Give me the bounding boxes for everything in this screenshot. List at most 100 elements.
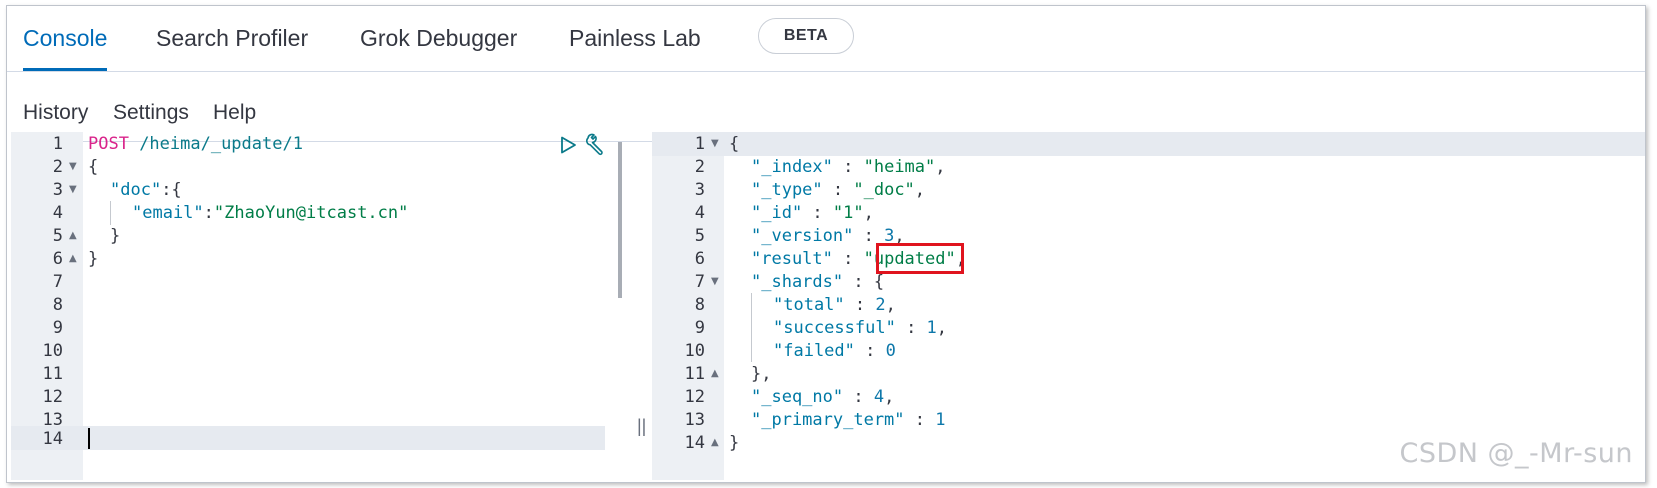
- json-punctuation: ,: [935, 157, 946, 177]
- history-link[interactable]: History: [23, 101, 88, 125]
- fold-open-icon[interactable]: ▼: [69, 155, 77, 179]
- response-line-3: "_type" : "_doc",: [751, 178, 925, 202]
- json-key: "_version": [751, 226, 854, 246]
- json-string: "1": [832, 203, 864, 223]
- result-highlight-box: [876, 243, 964, 274]
- json-punctuation: :: [832, 249, 864, 269]
- line-number: 8: [694, 295, 705, 315]
- json-punctuation: :: [904, 410, 936, 430]
- line-number: 12: [42, 387, 63, 407]
- json-key: "failed": [773, 341, 855, 361]
- json-key: "_type": [751, 180, 823, 200]
- json-key: "result": [751, 249, 833, 269]
- line-number: 11: [42, 364, 63, 384]
- json-punctuation: ,: [936, 318, 948, 338]
- line-number: 7: [52, 272, 63, 292]
- response-line-13: "_primary_term" : 1: [751, 408, 946, 432]
- response-line-2: "_index" : "heima",: [751, 155, 946, 179]
- request-line-4: "email":"ZhaoYun@itcast.cn": [132, 201, 408, 225]
- json-punctuation: :: [843, 272, 874, 292]
- watermark: CSDN @_-Mr-sun: [1399, 438, 1633, 469]
- response-line-1: {: [729, 134, 740, 154]
- line-number: 11: [684, 364, 705, 384]
- response-line-11: },: [751, 364, 772, 384]
- line-number: 2: [694, 157, 705, 177]
- json-punctuation: {: [873, 272, 885, 292]
- line-number: 5: [694, 226, 705, 246]
- json-key: "_shards": [751, 272, 844, 292]
- line-number: 10: [684, 341, 705, 361]
- line-number: 12: [684, 387, 705, 407]
- line-number: 13: [684, 410, 705, 430]
- json-key: "_index": [751, 157, 833, 177]
- json-punctuation: :: [203, 203, 214, 223]
- response-line-10: "failed" : 0: [773, 339, 896, 363]
- json-number: 0: [885, 341, 896, 361]
- fold-close-icon: ▲: [711, 368, 719, 379]
- line-number: 6: [52, 249, 63, 269]
- json-key: "successful": [773, 318, 896, 338]
- request-scrollbar[interactable]: [618, 142, 622, 298]
- json-punctuation: :: [843, 387, 874, 407]
- tab-search-profiler[interactable]: Search Profiler: [156, 6, 308, 71]
- json-key: "email": [132, 203, 204, 223]
- line-number: 5: [52, 226, 63, 246]
- json-punctuation: ,: [884, 387, 895, 407]
- line-number: 6: [694, 249, 705, 269]
- line-number: 8: [52, 295, 63, 315]
- wrench-icon[interactable]: [585, 133, 609, 157]
- line-number: 3: [694, 180, 705, 200]
- json-punctuation: :{: [161, 180, 182, 200]
- line-number: 4: [52, 203, 63, 223]
- request-active-line: [11, 426, 605, 450]
- json-key: "_seq_no": [751, 387, 844, 407]
- line-number: 3: [52, 180, 63, 200]
- indent-guide: [110, 201, 111, 225]
- json-string: "ZhaoYun@itcast.cn": [213, 203, 409, 223]
- request-line-2: {: [88, 157, 99, 177]
- beta-badge: BETA: [758, 18, 854, 54]
- tab-grok-debugger[interactable]: Grok Debugger: [360, 6, 517, 71]
- resize-handle-icon[interactable]: ||: [637, 416, 646, 437]
- request-line-1: POST /heima/_update/1: [88, 132, 303, 156]
- tab-console[interactable]: Console: [23, 6, 108, 71]
- line-number: 1: [694, 134, 705, 154]
- line-number: 9: [694, 318, 705, 338]
- fold-open-icon[interactable]: ▼: [711, 270, 719, 294]
- response-line-4: "_id" : "1",: [751, 201, 874, 225]
- json-key: "_primary_term": [751, 410, 905, 430]
- help-link[interactable]: Help: [213, 101, 256, 125]
- line-number: 9: [52, 318, 63, 338]
- tab-painless-lab[interactable]: Painless Lab: [569, 6, 701, 71]
- json-key: "_id": [751, 203, 803, 223]
- line-number: 1: [52, 134, 63, 154]
- request-line-5: }: [110, 226, 121, 246]
- line-number: 7: [694, 272, 705, 292]
- line-number: 4: [694, 203, 705, 223]
- response-line-12: "_seq_no" : 4,: [751, 385, 894, 409]
- json-punctuation: :: [895, 318, 927, 338]
- json-punctuation: ,: [885, 295, 896, 315]
- json-punctuation: :: [844, 295, 876, 315]
- fold-open-icon[interactable]: ▼: [69, 178, 77, 202]
- response-line-14: }: [729, 433, 740, 453]
- line-number: 14: [684, 433, 705, 453]
- line-number: 10: [42, 341, 63, 361]
- fold-open-icon[interactable]: ▼: [711, 132, 719, 156]
- response-active-line: [652, 132, 1645, 156]
- line-number: 14: [42, 429, 63, 449]
- json-punctuation: :: [822, 180, 854, 200]
- json-punctuation: :: [832, 157, 864, 177]
- text-cursor: [88, 428, 90, 449]
- fold-close-icon: ▲: [69, 230, 77, 241]
- tab-bar: Console Search Profiler Grok Debugger Pa…: [7, 6, 1645, 72]
- json-number: 1: [935, 410, 946, 430]
- settings-link[interactable]: Settings: [113, 101, 189, 125]
- console-window: Console Search Profiler Grok Debugger Pa…: [6, 5, 1646, 483]
- play-icon[interactable]: [559, 136, 577, 154]
- json-key: "total": [773, 295, 845, 315]
- json-number: 2: [875, 295, 886, 315]
- request-path: /heima/_update/1: [128, 134, 303, 154]
- json-number: 4: [873, 387, 885, 407]
- response-line-7: "_shards" : {: [751, 270, 884, 294]
